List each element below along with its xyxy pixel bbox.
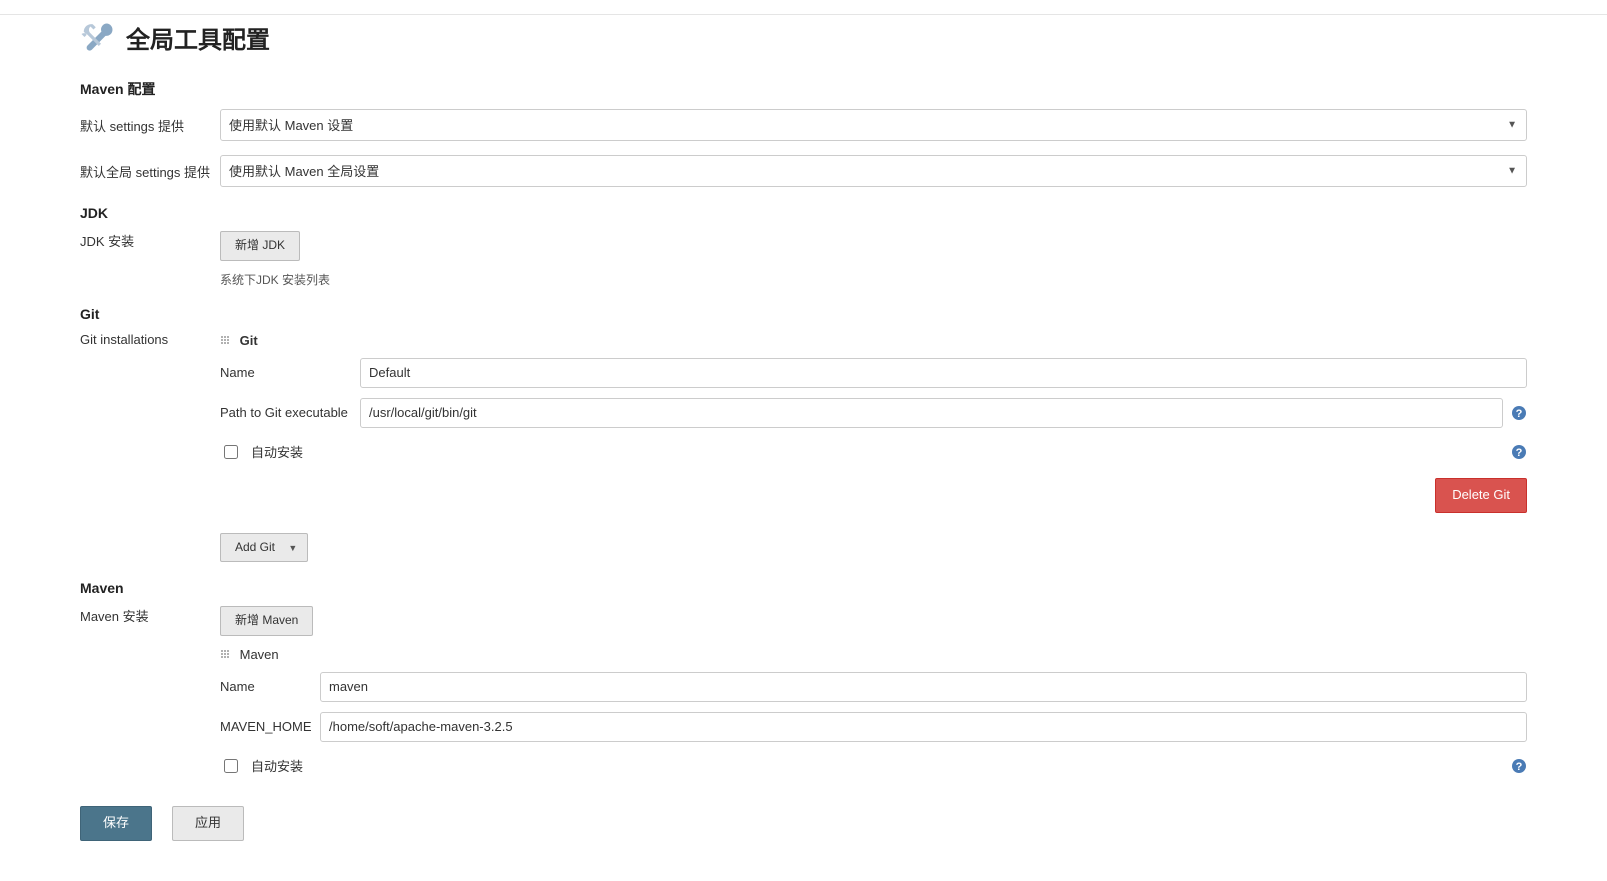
git-tool-title: Git xyxy=(240,333,258,348)
label-maven-auto-install: 自动安装 xyxy=(251,756,303,775)
section-git: Git xyxy=(80,306,1527,322)
input-maven-home[interactable] xyxy=(320,712,1527,742)
row-maven-home: MAVEN_HOME xyxy=(220,712,1527,742)
row-git-path: Path to Git executable ? xyxy=(220,398,1527,428)
page-title: 全局工具配置 xyxy=(126,20,270,55)
svg-text:?: ? xyxy=(1516,761,1523,773)
help-icon[interactable]: ? xyxy=(1511,758,1527,774)
row-maven-auto-install: 自动安装 ? xyxy=(220,756,1527,776)
svg-text:?: ? xyxy=(1516,447,1523,459)
row-default-settings: 默认 settings 提供 使用默认 Maven 设置 ▼ xyxy=(80,109,1527,141)
help-icon[interactable]: ? xyxy=(1511,405,1527,421)
add-git-button[interactable]: Add Git ▼ xyxy=(220,533,308,563)
top-divider xyxy=(0,14,1607,15)
input-git-name[interactable] xyxy=(360,358,1527,388)
jdk-list-text: 系统下JDK 安装列表 xyxy=(220,271,330,288)
section-jdk: JDK xyxy=(80,205,1527,221)
add-jdk-button[interactable]: 新增 JDK xyxy=(220,231,300,261)
row-git-auto-install: 自动安装 ? xyxy=(220,442,1527,462)
chevron-down-icon: ▼ xyxy=(288,543,297,553)
label-git-path: Path to Git executable xyxy=(220,405,360,420)
label-git-auto-install: 自动安装 xyxy=(251,442,303,461)
drag-handle-icon[interactable] xyxy=(220,335,230,345)
input-maven-name[interactable] xyxy=(320,672,1527,702)
bottom-actions: 保存 应用 xyxy=(80,806,1527,841)
row-jdk-install: JDK 安装 新增 JDK 系统下JDK 安装列表 xyxy=(80,231,1527,288)
svg-text:?: ? xyxy=(1516,408,1523,420)
checkbox-git-auto-install[interactable] xyxy=(224,445,238,459)
page-header: 全局工具配置 xyxy=(80,19,1527,55)
label-maven-install: Maven 安装 xyxy=(80,606,220,625)
select-default-settings[interactable]: 使用默认 Maven 设置 xyxy=(220,109,1527,141)
select-default-global-settings[interactable]: 使用默认 Maven 全局设置 xyxy=(220,155,1527,187)
maven-tool-title: Maven xyxy=(240,647,279,662)
row-maven-name: Name xyxy=(220,672,1527,702)
help-icon[interactable]: ? xyxy=(1511,444,1527,460)
input-git-path[interactable] xyxy=(360,398,1503,428)
maven-tool-header: Maven xyxy=(220,646,1527,662)
git-delete-wrap: Delete Git xyxy=(220,478,1527,513)
tools-icon xyxy=(80,19,116,55)
page-container: 全局工具配置 Maven 配置 默认 settings 提供 使用默认 Mave… xyxy=(0,19,1607,881)
git-tool-header: Git xyxy=(220,332,1527,348)
apply-button[interactable]: 应用 xyxy=(172,806,244,841)
row-git-installations: Git installations Git Name xyxy=(80,332,1527,563)
row-default-global-settings: 默认全局 settings 提供 使用默认 Maven 全局设置 ▼ xyxy=(80,155,1527,187)
section-maven-config: Maven 配置 xyxy=(80,79,1527,99)
label-default-settings: 默认 settings 提供 xyxy=(80,116,220,135)
row-git-name: Name xyxy=(220,358,1527,388)
label-git-installations: Git installations xyxy=(80,332,220,347)
add-maven-button[interactable]: 新增 Maven xyxy=(220,606,313,636)
label-default-global-settings: 默认全局 settings 提供 xyxy=(80,162,220,181)
label-git-name: Name xyxy=(220,365,360,380)
label-maven-home: MAVEN_HOME xyxy=(220,719,320,734)
label-maven-name: Name xyxy=(220,679,320,694)
label-jdk-install: JDK 安装 xyxy=(80,231,220,250)
add-git-button-label: Add Git xyxy=(235,540,275,554)
drag-handle-icon[interactable] xyxy=(220,649,230,659)
row-maven-install: Maven 安装 新增 Maven Maven Name xyxy=(80,606,1527,776)
checkbox-maven-auto-install[interactable] xyxy=(224,759,238,773)
save-button[interactable]: 保存 xyxy=(80,806,152,841)
section-maven: Maven xyxy=(80,580,1527,596)
delete-git-button[interactable]: Delete Git xyxy=(1435,478,1527,513)
